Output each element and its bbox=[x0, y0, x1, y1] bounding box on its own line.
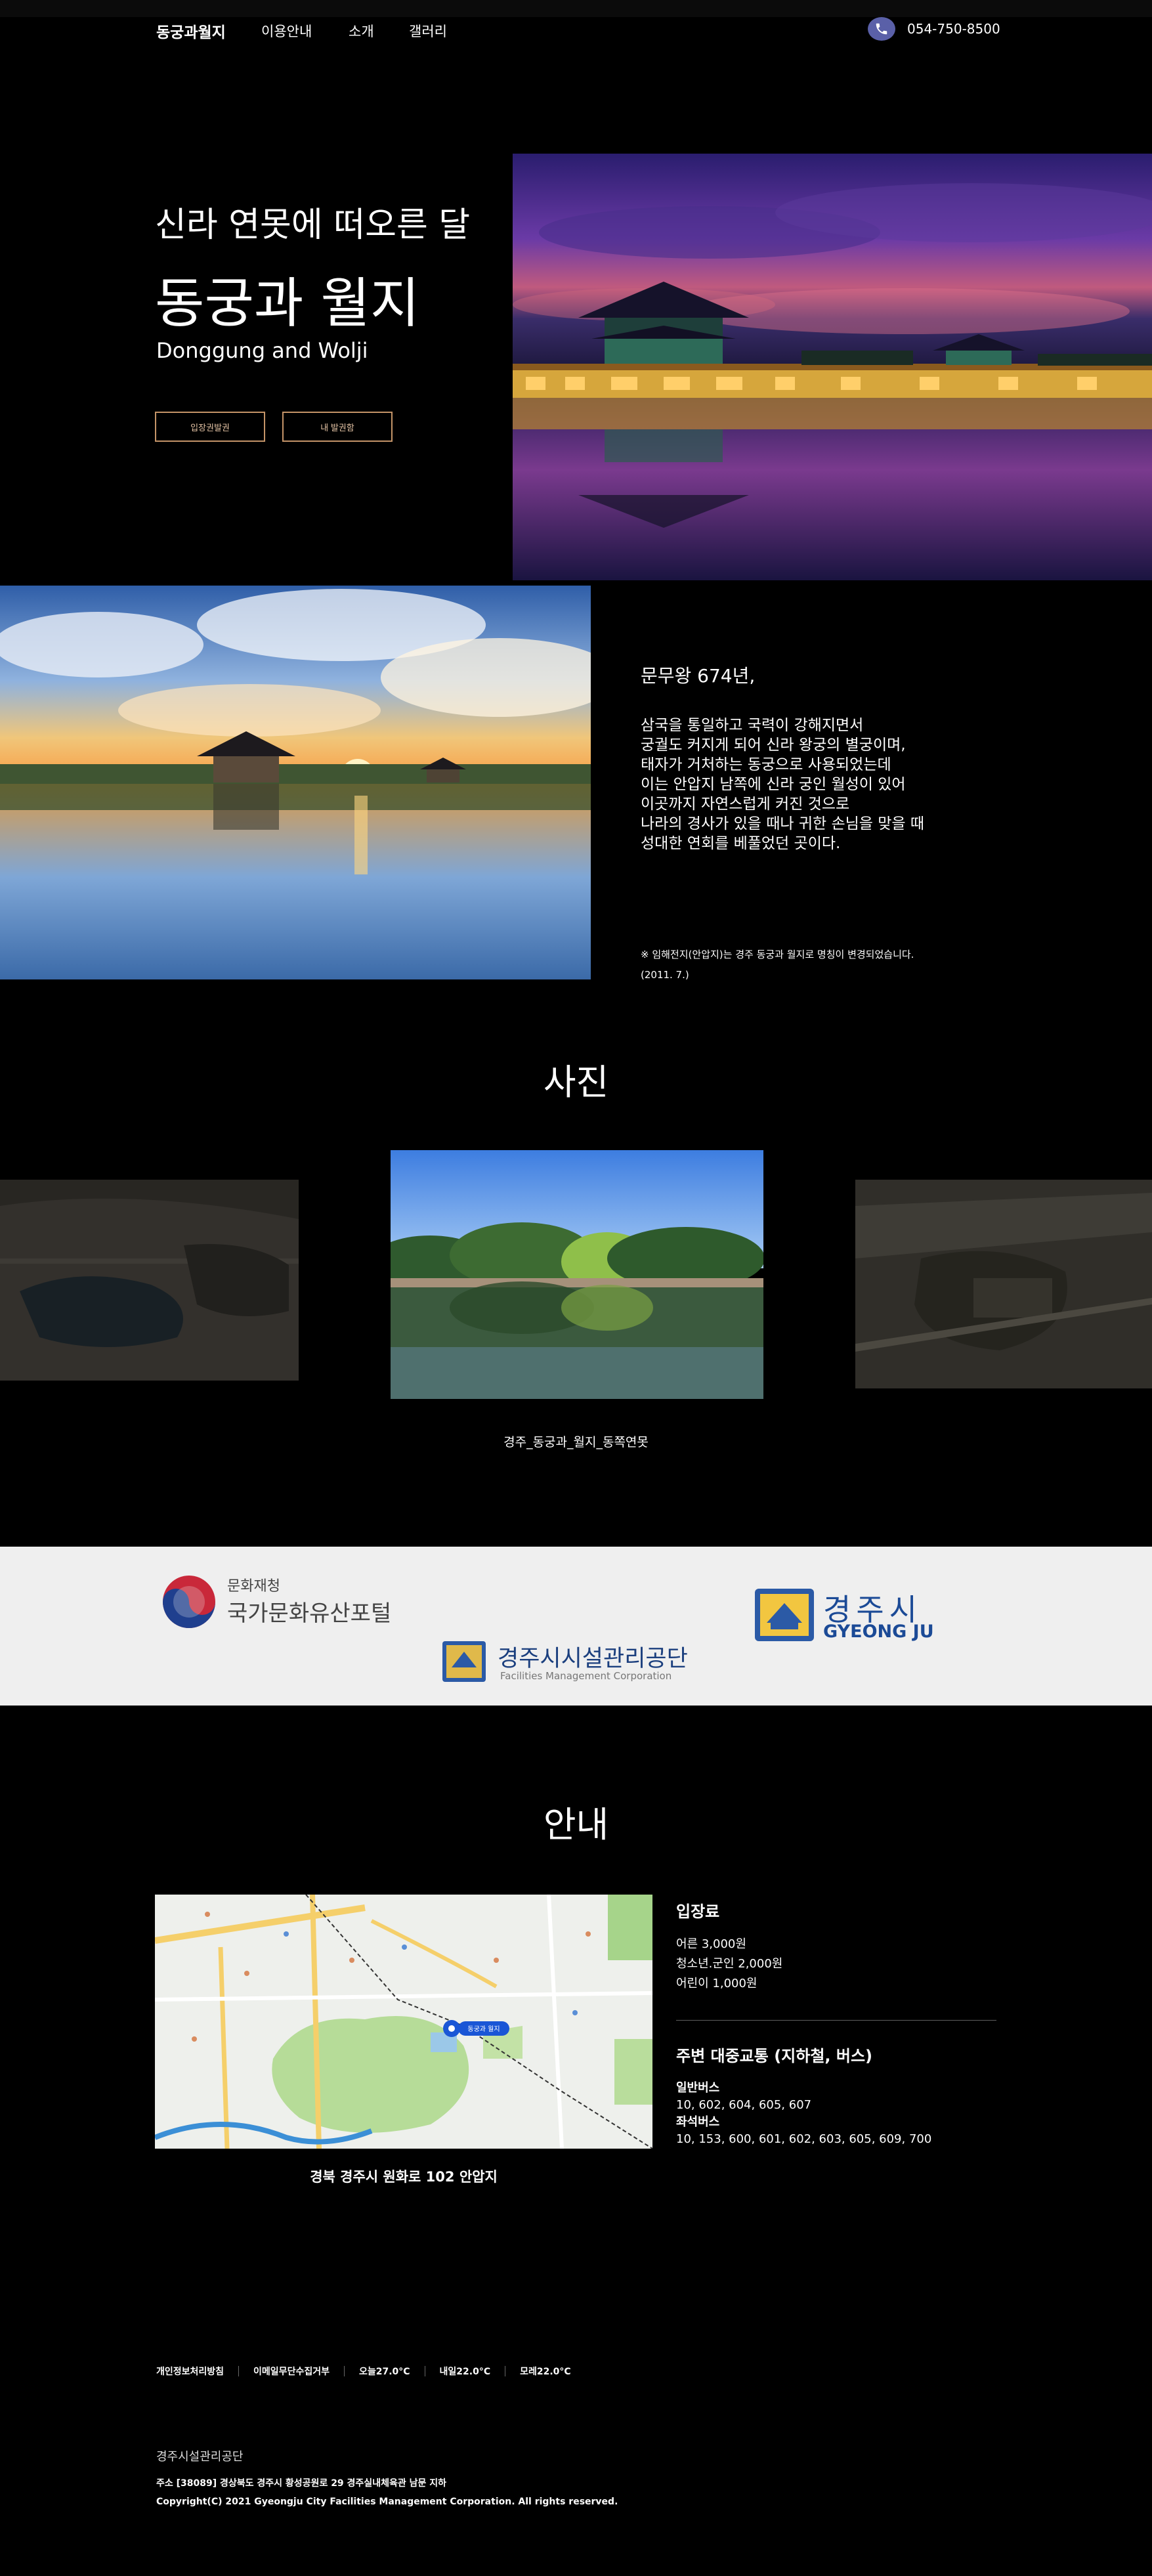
heritage-portal-label: 국가문화유산포털 bbox=[227, 1600, 392, 1627]
footer-links: 개인정보처리방침 이메일무단수집거부 오늘27.0°C 내일22.0°C 모레2… bbox=[156, 2365, 571, 2378]
about-line: 성대한 연회를 베풀었던 곳이다. bbox=[641, 835, 841, 852]
info-title: 안내 bbox=[543, 1804, 609, 1845]
note-date: (2011. 7.) bbox=[641, 969, 689, 981]
gallery-image-prev[interactable] bbox=[0, 1180, 299, 1381]
name-change-note: ※ 임해전지(안압지)는 경주 동궁과 월지로 명칭이 변경되었습니다. (20… bbox=[641, 945, 995, 985]
fee-item: 어른 3,000원 bbox=[676, 1937, 746, 1951]
bus-general-label: 일반버스 bbox=[676, 2081, 720, 2095]
about-line: 이곳까지 자연스럽게 커진 것으로 bbox=[641, 796, 850, 813]
footer-org-name: 경주시설관리공단 bbox=[156, 2450, 244, 2464]
transit-heading: 주변 대중교통 (지하철, 버스) bbox=[676, 2047, 873, 2065]
nav-item-guide[interactable]: 이용안내 bbox=[261, 21, 312, 41]
about-line: 나라의 경사가 있을 때나 귀한 손님을 맞을 때 bbox=[641, 815, 925, 832]
bus-info: 일반버스 10, 602, 604, 605, 607 좌석버스 10, 153… bbox=[676, 2080, 931, 2148]
phone-icon bbox=[868, 17, 895, 41]
fee-heading: 입장료 bbox=[676, 1902, 720, 1921]
footer-copyright: Copyright(C) 2021 Gyeongju City Faciliti… bbox=[156, 2497, 618, 2507]
phone-number: 054-750-8500 bbox=[907, 21, 1000, 37]
note-line: ※ 임해전지(안압지)는 경주 동궁과 월지로 명칭이 변경되었습니다. bbox=[641, 949, 914, 960]
facilities-en-label: Facilities Management Corporation bbox=[500, 1670, 672, 1682]
pavilion-sunset-photo bbox=[0, 586, 591, 979]
facilities-kr-label: 경주시시설관리공단 bbox=[498, 1646, 688, 1672]
footer-address: 주소 [38089] 경상북도 경주시 황성공원로 29 경주실내체육관 남문 … bbox=[156, 2478, 446, 2489]
hero-title: 동궁과 월지 bbox=[155, 272, 420, 335]
gyeongju-emblem-icon bbox=[755, 1589, 814, 1641]
gallery-image-next[interactable] bbox=[855, 1180, 1152, 1388]
hero-title-en: Donggung and Wolji bbox=[156, 338, 368, 363]
nav-item-intro[interactable]: 소개 bbox=[349, 21, 374, 41]
hero-subtitle: 신라 연못에 떠오른 달 bbox=[155, 205, 471, 245]
email-refusal-link[interactable]: 이메일무단수집거부 bbox=[253, 2365, 330, 2378]
about-line: 궁궐도 커지게 되어 신라 왕궁의 별궁이며, bbox=[641, 737, 906, 754]
about-line: 태자가 거처하는 동궁으로 사용되었는데 bbox=[641, 756, 891, 773]
about-heading: 문무왕 674년, bbox=[641, 665, 756, 687]
privacy-policy-link[interactable]: 개인정보처리방침 bbox=[156, 2365, 224, 2378]
footer-separator bbox=[238, 2366, 240, 2376]
heritage-agency-label: 문화재청 bbox=[227, 1578, 280, 1595]
hero-night-photo bbox=[513, 154, 1152, 580]
map-marker-label: 동궁과 월지 bbox=[467, 2025, 500, 2033]
gyeongju-en-label: GYEONG JU bbox=[823, 1621, 934, 1642]
my-tickets-button[interactable]: 내 발권함 bbox=[282, 412, 393, 442]
partner-banner: 문화재청 국가문화유산포털 경주시 GYEONG JU 경주시시설관리공단 Fa… bbox=[0, 1547, 1152, 1706]
footer-separator bbox=[343, 2366, 345, 2376]
taegeuk-icon bbox=[163, 1576, 215, 1628]
bus-seat-routes: 10, 153, 600, 601, 602, 603, 605, 609, 7… bbox=[676, 2132, 932, 2146]
weather-tomorrow: 내일22.0°C bbox=[439, 2367, 491, 2377]
bus-general-routes: 10, 602, 604, 605, 607 bbox=[676, 2098, 812, 2112]
ticket-purchase-button[interactable]: 입장권발권 bbox=[155, 412, 265, 442]
info-divider bbox=[676, 2020, 996, 2021]
gallery-image-current[interactable] bbox=[391, 1150, 763, 1399]
weather-day-after: 모레22.0°C bbox=[520, 2367, 571, 2377]
bus-seat-label: 좌석버스 bbox=[676, 2115, 720, 2129]
facilities-emblem-icon bbox=[442, 1641, 486, 1682]
weather-today: 오늘27.0°C bbox=[358, 2367, 410, 2377]
about-description: 삼국을 통일하고 국력이 강해지면서 궁궐도 커지게 되어 신라 왕궁의 별궁이… bbox=[641, 716, 1008, 853]
about-line: 삼국을 통일하고 국력이 강해지면서 bbox=[641, 717, 864, 734]
location-map[interactable]: 동궁과 월지 bbox=[155, 1895, 652, 2149]
fee-list: 어른 3,000원 청소년.군인 2,000원 어린이 1,000원 bbox=[676, 1935, 782, 1994]
fee-item: 청소년.군인 2,000원 bbox=[676, 1957, 783, 1971]
about-line: 이는 안압지 남쪽에 신라 궁인 월성이 있어 bbox=[641, 776, 906, 793]
fee-item: 어린이 1,000원 bbox=[676, 1977, 757, 1990]
top-bar bbox=[0, 0, 1152, 17]
phone-contact[interactable]: 054-750-8500 bbox=[868, 17, 1000, 41]
map-address: 경북 경주시 원화로 102 안압지 bbox=[310, 2169, 498, 2185]
gallery-title: 사진 bbox=[543, 1062, 609, 1103]
nav-item-gallery[interactable]: 갤러리 bbox=[409, 21, 447, 41]
site-logo[interactable]: 동궁과월지 bbox=[156, 20, 226, 42]
gallery-caption: 경주_동궁과_월지_동쪽연못 bbox=[503, 1435, 649, 1449]
